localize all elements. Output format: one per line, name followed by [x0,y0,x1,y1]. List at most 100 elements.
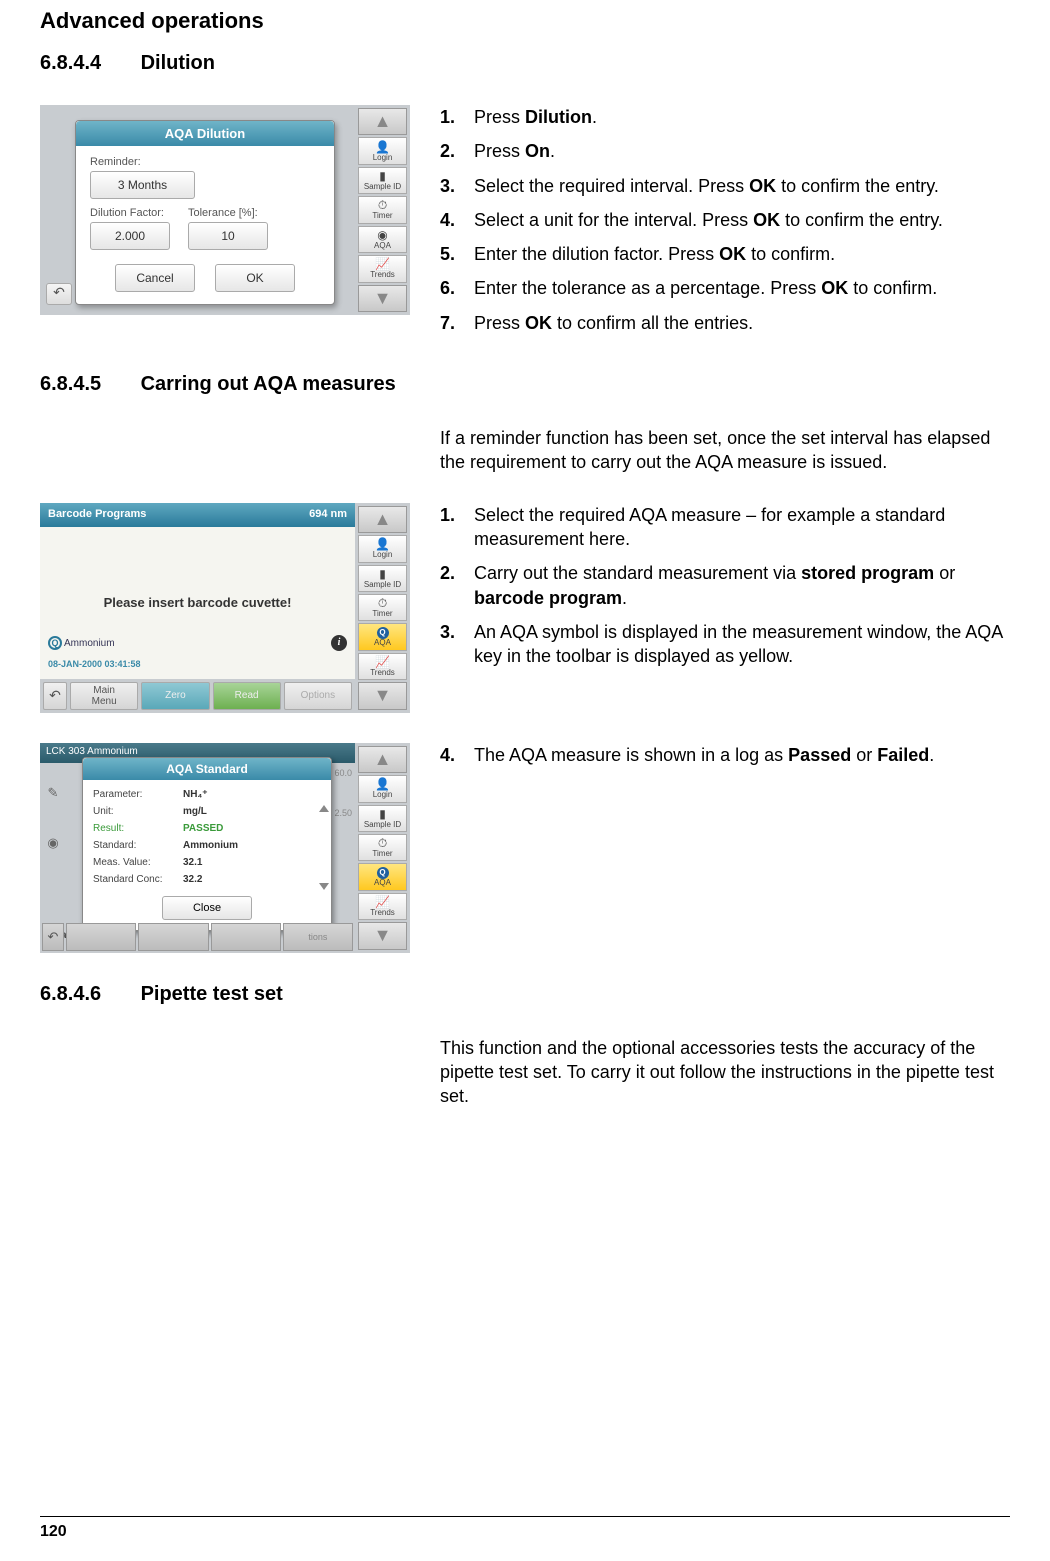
result-row: Unit:mg/L [93,803,321,820]
page-header: Advanced operations [40,0,1010,52]
screenshot-barcode-programs: Barcode Programs 694 nm Please insert ba… [40,503,410,713]
left-icons: ✎ ◉ [43,783,63,853]
insert-cuvette-message: Please insert barcode cuvette! [104,595,292,610]
trends-button[interactable]: 📈Trends [358,893,407,920]
result-row: Parameter:NH₄⁺ [93,786,321,803]
strip-btn[interactable] [66,923,136,951]
ok-button[interactable]: OK [215,264,295,292]
login-button[interactable]: 👤Login [358,137,407,164]
sample-id-button[interactable]: ▮Sample ID [358,167,407,194]
result-row: Standard:Ammonium [93,837,321,854]
tolerance-label: Tolerance [%]: [188,207,268,219]
trends-button[interactable]: 📈Trends [358,653,407,680]
zero-button[interactable]: Zero [141,682,209,710]
datetime: 08-JAN-2000 03:41:58 [48,659,141,669]
axis-values: 60.0 2.50 [334,768,352,818]
section-number: 6.8.4.5 [40,373,135,396]
screenshot-aqa-standard: LCK 303 Ammonium 60.0 2.50 ✎ ◉ AQA Stand… [40,743,410,953]
section-heading-dilution: 6.8.4.4 Dilution [40,52,1010,75]
top-bar: Barcode Programs 694 nm [40,503,355,527]
list-item: 4.The AQA measure is shown in a log as P… [440,743,1010,767]
dilution-factor-label: Dilution Factor: [90,207,170,219]
sample-id-button[interactable]: ▮Sample ID [358,805,407,832]
program-title: Barcode Programs [48,508,146,522]
scroll-down-icon[interactable]: ▼ [358,285,407,312]
toolbar-sidebar: ▲ 👤Login ▮Sample ID ⏱Timer QAQA 📈Trends … [355,503,410,713]
list-item: 5.Enter the dilution factor. Press OK to… [440,242,1010,266]
list-item: 3.An AQA symbol is displayed in the meas… [440,620,1010,669]
q-icon[interactable]: ◉ [43,833,63,853]
section-title: Carring out AQA measures [141,373,396,395]
strip-btn[interactable] [211,923,281,951]
reminder-button[interactable]: 3 Months [90,171,195,199]
result-row: Standard Conc:32.2 [93,871,321,888]
section-title: Pipette test set [141,983,283,1005]
tolerance-button[interactable]: 10 [188,222,268,250]
list-item: 3.Select the required interval. Press OK… [440,174,1010,198]
result-row: Result:PASSED [93,820,321,837]
scroll-down-icon[interactable]: ▼ [358,682,407,709]
toolbar-sidebar: ▲ 👤Login ▮Sample ID ⏱Timer ◉AQA 📈Trends … [355,105,410,315]
back-button[interactable]: ↶ [43,682,67,710]
options-btn[interactable]: tions [283,923,353,951]
info-icon[interactable]: i [331,635,347,651]
list-item: 2.Press On. [440,139,1010,163]
dialog-scrollbar[interactable] [319,805,329,890]
dilution-steps: 1.Press Dilution. 2.Press On. 3.Select the… [440,105,1010,335]
dialog-title: AQA Standard [83,758,331,780]
bottom-toolbar: ↶ Main Menu Zero Read Options [40,679,355,713]
result-row: Meas. Value:32.1 [93,854,321,871]
list-item: 6.Enter the tolerance as a percentage. P… [440,276,1010,300]
strip-btn[interactable] [138,923,208,951]
list-item: 1.Press Dilution. [440,105,1010,129]
back-button[interactable]: ↶ [46,283,72,305]
dialog-aqa-dilution: AQA Dilution Reminder: 3 Months Dilution… [75,120,335,305]
bottom-strip: ↶ tions [40,921,355,953]
aqa-button-yellow[interactable]: QAQA [358,623,407,650]
section-number: 6.8.4.4 [40,52,135,75]
scroll-down-icon[interactable]: ▼ [358,922,407,949]
intro-paragraph: If a reminder function has been set, onc… [440,426,1010,475]
aqa-button-yellow[interactable]: QAQA [358,863,407,890]
ammonium-label[interactable]: QAmmonium [48,636,115,650]
close-button[interactable]: Close [162,896,252,920]
list-item: 2.Carry out the standard measurement via… [440,561,1010,610]
carrying-out-steps-2: 4.The AQA measure is shown in a log as P… [440,743,1010,767]
section-heading-pipette: 6.8.4.6 Pipette test set [40,983,1010,1006]
login-button[interactable]: 👤Login [358,535,407,562]
screenshot-aqa-dilution: AQA Dilution Reminder: 3 Months Dilution… [40,105,410,315]
scroll-up-icon[interactable]: ▲ [358,506,407,533]
wavelength: 694 nm [309,508,347,522]
dialog-title: AQA Dilution [76,121,334,146]
page-number: 120 [40,1523,1010,1541]
read-button[interactable]: Read [213,682,281,710]
edit-icon[interactable]: ✎ [43,783,63,803]
main-menu-button[interactable]: Main Menu [70,682,138,710]
section-heading-carrying-out: 6.8.4.5 Carring out AQA measures [40,373,1010,396]
dilution-factor-button[interactable]: 2.000 [90,222,170,250]
list-item: 7.Press OK to confirm all the entries. [440,311,1010,335]
list-item: 1.Select the required AQA measure – for … [440,503,1010,552]
back-button[interactable]: ↶ [42,923,64,951]
scroll-up-icon[interactable]: ▲ [358,746,407,773]
cancel-button[interactable]: Cancel [115,264,195,292]
scroll-up-icon[interactable]: ▲ [358,108,407,135]
list-item: 4.Select a unit for the interval. Press … [440,208,1010,232]
trends-button[interactable]: 📈Trends [358,255,407,282]
section-title: Dilution [141,52,215,74]
section-number: 6.8.4.6 [40,983,135,1006]
pipette-intro: This function and the optional accessori… [440,1036,1010,1109]
timer-button[interactable]: ⏱Timer [358,594,407,621]
dialog-aqa-standard: AQA Standard Parameter:NH₄⁺Unit:mg/LResu… [82,757,332,931]
carrying-out-steps-1: 1.Select the required AQA measure – for … [440,503,1010,669]
page-footer: 120 [40,1516,1010,1541]
aqa-button[interactable]: ◉AQA [358,226,407,253]
options-button[interactable]: Options [284,682,352,710]
toolbar-sidebar: ▲ 👤Login ▮Sample ID ⏱Timer QAQA 📈Trends … [355,743,410,953]
reminder-label: Reminder: [90,156,320,168]
sample-id-button[interactable]: ▮Sample ID [358,565,407,592]
timer-button[interactable]: ⏱Timer [358,196,407,223]
main-area: Please insert barcode cuvette! QAmmonium… [40,527,355,679]
timer-button[interactable]: ⏱Timer [358,834,407,861]
login-button[interactable]: 👤Login [358,775,407,802]
